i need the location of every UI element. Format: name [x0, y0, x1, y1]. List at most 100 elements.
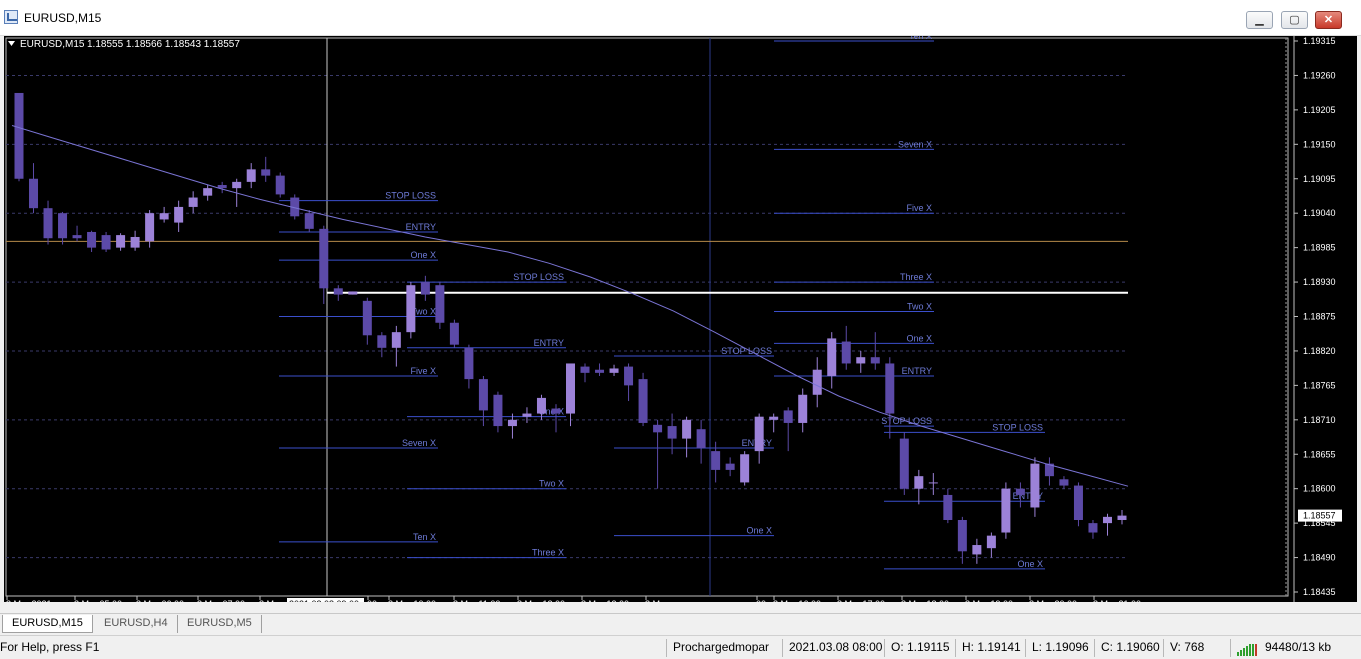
- status-divider: [1025, 639, 1026, 657]
- candle-body: [130, 236, 140, 248]
- status-high: H: 1.19141: [962, 640, 1021, 654]
- candle-body: [232, 181, 242, 189]
- candle-body: [377, 335, 387, 348]
- candle-body: [957, 519, 967, 552]
- level-label: Ten X: [909, 36, 932, 41]
- status-close: C: 1.19060: [1101, 640, 1160, 654]
- candle-body: [159, 213, 169, 220]
- price-tick-label: 1.18655: [1303, 449, 1336, 459]
- level-label: ENTRY: [406, 222, 436, 232]
- time-tick-label: 8 Mar 05:00: [74, 599, 122, 602]
- candle-body: [319, 228, 329, 289]
- candle-body: [391, 332, 401, 348]
- candle-body: [246, 169, 256, 182]
- minimize-button[interactable]: ▁: [1246, 11, 1273, 29]
- price-chart[interactable]: Ten X Seven X Five X STOP LOSS ENTRY One X STO…: [4, 36, 1357, 602]
- connection-status-icon: [1237, 642, 1261, 656]
- level-label: One X: [410, 250, 436, 260]
- candle-body: [841, 341, 851, 364]
- candle-body: [188, 197, 198, 207]
- time-tick-label: 8 Mar 16:00: [773, 599, 821, 602]
- candle-body: [449, 322, 459, 345]
- price-tick-label: 1.19315: [1303, 36, 1336, 46]
- chart-symbol-label: EURUSD,M15: [20, 39, 85, 50]
- candle-body: [1088, 523, 1098, 533]
- time-tick-label: 8 Mar 2021: [6, 599, 52, 602]
- status-low: L: 1.19096: [1032, 640, 1089, 654]
- candle-body: [943, 494, 953, 520]
- status-divider: [1163, 639, 1164, 657]
- level-label: Ten X: [413, 532, 436, 542]
- current-price-label: 1.18557: [1303, 511, 1336, 521]
- terminal-window: EURUSD,M15 ▁ ▢ ✕ Ten X Seven X Five X STOP …: [0, 0, 1361, 659]
- price-tick-label: 1.18985: [1303, 243, 1336, 253]
- level-label: ENTRY: [534, 338, 564, 348]
- candle-body: [827, 338, 837, 376]
- status-divider: [666, 639, 667, 657]
- candle-body: [595, 369, 605, 373]
- tab-eurusd-m15[interactable]: EURUSD,M15: [2, 615, 93, 633]
- candle-body: [624, 366, 634, 386]
- status-open: O: 1.19115: [891, 640, 950, 654]
- candle-body: [435, 285, 445, 323]
- price-tick-label: 1.19150: [1303, 139, 1336, 149]
- time-tick-label: 8 Mar: [259, 599, 282, 602]
- candle-body: [1015, 488, 1025, 495]
- candle-body: [740, 454, 750, 483]
- maximize-button[interactable]: ▢: [1281, 11, 1308, 29]
- candle-body: [261, 169, 271, 176]
- chart-area[interactable]: Ten X Seven X Five X STOP LOSS ENTRY One X STO…: [0, 36, 1361, 612]
- candle-body: [348, 291, 358, 295]
- status-divider: [782, 639, 783, 657]
- price-tick-label: 1.18875: [1303, 312, 1336, 322]
- tab-eurusd-h4[interactable]: EURUSD,H4: [95, 615, 178, 633]
- time-tick-label: 8 Mar 17:00: [837, 599, 885, 602]
- level-label: Seven X: [402, 438, 436, 448]
- candle-body: [798, 394, 808, 423]
- candle-body: [1059, 479, 1069, 486]
- tab-eurusd-m5[interactable]: EURUSD,M5: [178, 615, 262, 633]
- candle-body: [566, 363, 575, 414]
- candle-body: [783, 410, 793, 423]
- candle-body: [217, 185, 227, 189]
- candle-body: [145, 213, 155, 242]
- time-tick-label: 8 Mar 07:00: [197, 599, 245, 602]
- candle-body: [14, 92, 24, 179]
- candle-body: [493, 394, 503, 427]
- close-button[interactable]: ✕: [1315, 11, 1342, 29]
- candle-body: [696, 429, 706, 448]
- status-divider: [1094, 639, 1095, 657]
- status-datetime: 2021.03.08 08:00: [789, 640, 883, 654]
- time-tick-label: 8 Mar 19:00: [965, 599, 1013, 602]
- time-tick-label: 00: [756, 599, 766, 602]
- level-label: STOP LOSS: [513, 272, 564, 282]
- candle-body: [754, 416, 764, 452]
- crosshair-time-label: 2021.03.08 09:00: [289, 599, 359, 602]
- candle-body: [420, 282, 430, 295]
- candle-body: [43, 208, 53, 239]
- candle-body: [711, 451, 721, 470]
- status-help: For Help, press F1: [0, 640, 100, 654]
- candle-body: [464, 347, 474, 380]
- status-profile: Prochargedmopar: [673, 640, 770, 654]
- level-label: ENTRY: [902, 366, 932, 376]
- time-tick-label: 8 Mar 10:00: [388, 599, 436, 602]
- candle-body: [536, 397, 546, 414]
- level-label: Three X: [900, 272, 932, 282]
- status-volume: V: 768: [1170, 640, 1205, 654]
- candle-body: [551, 408, 561, 414]
- price-tick-label: 1.19260: [1303, 70, 1336, 80]
- candle-body: [653, 424, 663, 433]
- candle-body: [72, 235, 82, 239]
- candle-body: [638, 379, 648, 423]
- candle-body: [870, 357, 880, 364]
- price-tick-label: 1.18600: [1303, 484, 1336, 494]
- window-title: EURUSD,M15: [24, 11, 102, 25]
- candle-body: [928, 482, 938, 484]
- candle-body: [87, 231, 97, 248]
- level-label: One X: [906, 333, 932, 343]
- status-traffic: 94480/13 kb: [1265, 640, 1332, 654]
- price-tick-label: 1.18435: [1303, 587, 1336, 597]
- candle-body: [899, 438, 909, 489]
- status-divider: [884, 639, 885, 657]
